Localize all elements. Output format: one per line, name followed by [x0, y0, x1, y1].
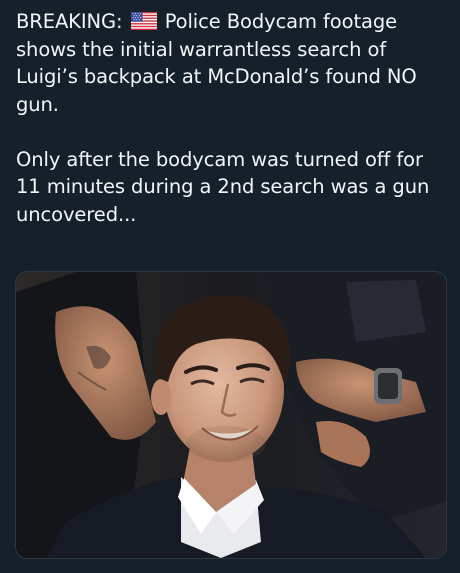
breaking-label: BREAKING: — [16, 10, 129, 33]
post-paragraph-2: Only after the bodycam was turned off fo… — [16, 147, 430, 226]
us-flag-icon — [130, 10, 157, 30]
post-paragraph-1: BREAKING: Police Bodycam footage shows t… — [16, 8, 448, 118]
photo-image — [16, 272, 446, 558]
post-photo[interactable] — [15, 271, 447, 559]
post-card: BREAKING: Police Bodycam footage shows t… — [0, 0, 460, 573]
post-text: BREAKING: Police Bodycam footage shows t… — [16, 8, 448, 228]
